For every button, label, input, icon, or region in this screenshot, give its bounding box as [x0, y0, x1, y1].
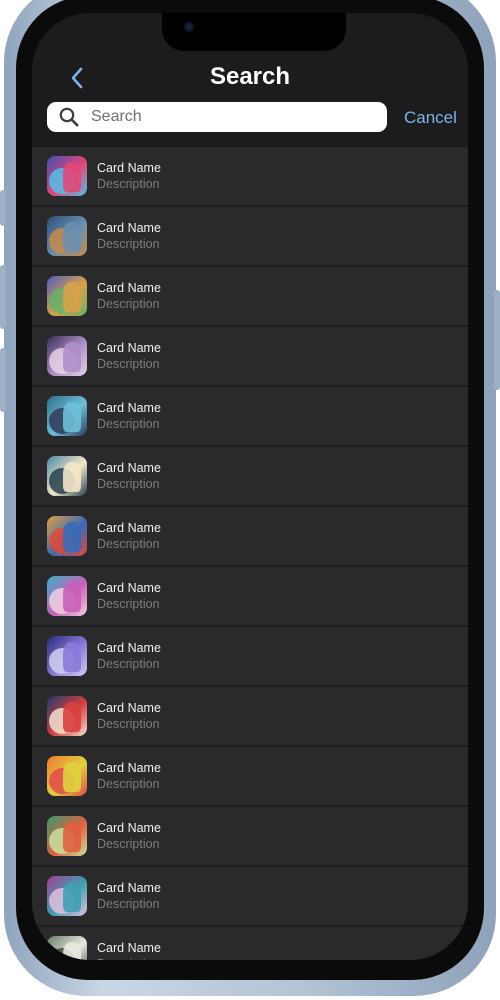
volume-down-button [0, 348, 6, 412]
list-item[interactable]: Card Name Description [32, 567, 468, 625]
card-description: Description [97, 417, 160, 431]
search-input[interactable] [91, 106, 371, 128]
notch [162, 13, 346, 51]
card-name: Card Name [97, 281, 161, 295]
list-item[interactable]: Card Name Description [32, 927, 468, 960]
card-list: Card Name Description Card Name Description… [32, 147, 468, 960]
card-art-figure [63, 762, 81, 792]
card-description: Description [97, 597, 160, 611]
device-bezel: Search Cancel Card NameDescriptionCard N… [16, 0, 484, 980]
card-description: Description [97, 177, 160, 191]
card-art-figure [63, 642, 81, 672]
card-description: Description [97, 537, 160, 551]
card-name: Card Name [97, 701, 161, 715]
device-frame: Search Cancel Card NameDescriptionCard N… [0, 0, 500, 996]
card-art-thumbnail [47, 336, 87, 376]
card-art-thumbnail [47, 756, 87, 796]
card-name: Card Name [97, 161, 161, 175]
card-description: Description [97, 957, 160, 960]
card-name: Card Name [97, 401, 161, 415]
card-art-figure [63, 522, 81, 552]
cancel-button[interactable]: Cancel [404, 108, 457, 128]
card-art-figure [63, 342, 81, 372]
list-item[interactable]: Card Name Description [32, 267, 468, 325]
list-item[interactable]: Card Name Description [32, 387, 468, 445]
search-bar[interactable] [47, 102, 387, 132]
card-art-figure [63, 282, 81, 312]
card-name: Card Name [97, 641, 161, 655]
card-name: Card Name [97, 881, 161, 895]
card-art-thumbnail [47, 816, 87, 856]
card-description: Description [97, 357, 160, 371]
action-button [0, 190, 6, 226]
list-item[interactable]: Card Name Description [32, 147, 468, 205]
card-name: Card Name [97, 461, 161, 475]
card-description: Description [97, 777, 160, 791]
card-art-thumbnail [47, 696, 87, 736]
card-description: Description [97, 477, 160, 491]
card-name: Card Name [97, 761, 161, 775]
list-item[interactable]: Card Name Description [32, 627, 468, 685]
card-art-thumbnail [47, 936, 87, 960]
card-art-figure [63, 462, 81, 492]
card-name: Card Name [97, 221, 161, 235]
card-description: Description [97, 837, 160, 851]
power-button [494, 290, 500, 390]
card-art-figure [63, 162, 81, 192]
list-item[interactable]: Card Name Description [32, 327, 468, 385]
card-name: Card Name [97, 821, 161, 835]
card-name: Card Name [97, 341, 161, 355]
magnifier-icon [59, 107, 79, 127]
card-art-thumbnail [47, 456, 87, 496]
card-description: Description [97, 717, 160, 731]
screen: Search Cancel Card NameDescriptionCard N… [32, 13, 468, 960]
card-art-thumbnail [47, 636, 87, 676]
card-art-figure [63, 882, 81, 912]
list-item[interactable]: Card Name Description [32, 747, 468, 805]
card-name: Card Name [97, 581, 161, 595]
list-item[interactable]: Card Name Description [32, 447, 468, 505]
volume-up-button [0, 265, 6, 329]
card-art-thumbnail [47, 576, 87, 616]
card-art-figure [63, 942, 81, 960]
card-art-figure [63, 582, 81, 612]
card-description: Description [97, 657, 160, 671]
card-name: Card Name [97, 941, 161, 955]
card-art-figure [63, 702, 81, 732]
card-art-figure [63, 402, 81, 432]
card-description: Description [97, 897, 160, 911]
list-item[interactable]: Card Name Description [32, 867, 468, 925]
card-art-thumbnail [47, 156, 87, 196]
page-title: Search [209, 63, 291, 90]
card-art-thumbnail [47, 276, 87, 316]
list-item[interactable]: Card Name Description [32, 807, 468, 865]
list-item[interactable]: Card Name Description [32, 687, 468, 745]
card-art-thumbnail [47, 876, 87, 916]
list-item[interactable]: Card Name Description [32, 207, 468, 265]
card-art-thumbnail [47, 396, 87, 436]
card-name: Card Name [97, 521, 161, 535]
front-camera-icon [184, 22, 194, 32]
card-description: Description [97, 297, 160, 311]
list-item[interactable]: Card Name Description [32, 507, 468, 565]
card-art-figure [63, 822, 81, 852]
card-art-thumbnail [47, 216, 87, 256]
card-description: Description [97, 237, 160, 251]
card-art-figure [63, 222, 81, 252]
card-art-thumbnail [47, 516, 87, 556]
